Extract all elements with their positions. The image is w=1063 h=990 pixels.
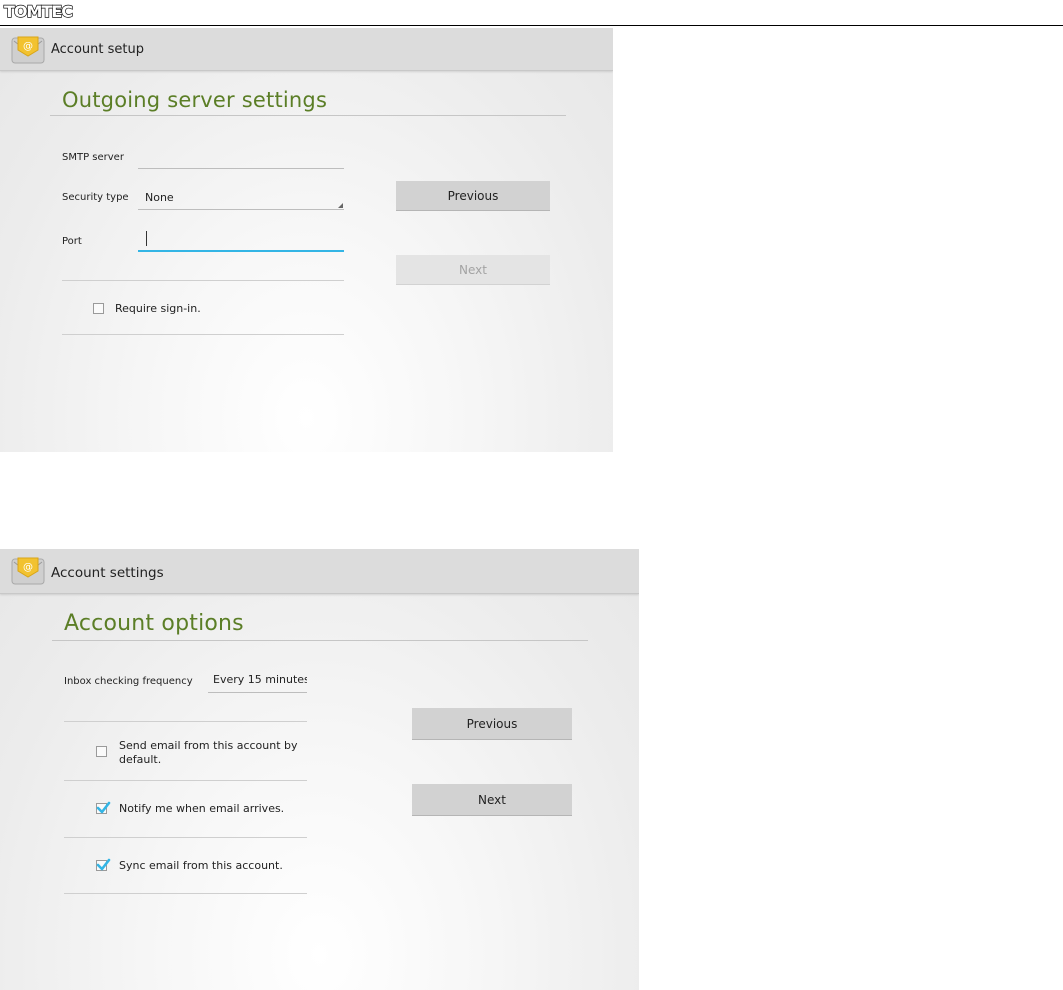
security-type-label: Security type (62, 192, 129, 203)
section-divider (64, 837, 307, 838)
inbox-frequency-spinner[interactable]: Every 15 minutes (213, 673, 307, 689)
heading-divider (50, 115, 566, 116)
action-bar: @ Account setup (0, 28, 613, 71)
page-title: Account options (64, 611, 244, 636)
action-bar: @ Account settings (0, 549, 639, 594)
smtp-server-input[interactable] (140, 146, 344, 168)
action-bar-title: Account setup (51, 42, 144, 57)
sync-label[interactable]: Sync email from this account. (119, 859, 283, 873)
check-icon (96, 801, 111, 814)
port-underline (138, 250, 344, 252)
svg-text:@: @ (23, 562, 33, 573)
email-app-icon[interactable]: @ (11, 556, 45, 586)
action-bar-title: Account settings (51, 565, 164, 581)
smtp-server-label: SMTP server (62, 152, 124, 163)
require-signin-checkbox[interactable] (93, 303, 104, 314)
previous-button[interactable]: Previous (396, 181, 550, 211)
smtp-server-underline (138, 168, 344, 169)
port-input[interactable] (140, 230, 344, 250)
text-cursor (146, 231, 147, 246)
tomtec-logo: TOMTEC (3, 2, 87, 20)
account-options-screen: @ Account settings Account options Inbox… (0, 549, 639, 990)
spinner-arrow-icon (338, 203, 343, 208)
security-type-spinner[interactable]: None (145, 191, 340, 207)
require-signin-label[interactable]: Require sign-in. (115, 302, 201, 316)
section-divider (64, 780, 307, 781)
svg-text:@: @ (23, 41, 33, 52)
send-default-checkbox[interactable] (96, 746, 107, 757)
section-divider (64, 893, 307, 894)
email-app-icon[interactable]: @ (11, 35, 45, 65)
section-divider (64, 721, 307, 722)
logo-text: TOMTEC (4, 2, 72, 20)
check-icon (96, 858, 111, 871)
inbox-frequency-label: Inbox checking frequency (64, 676, 193, 687)
page-header-rule (0, 25, 1063, 26)
outgoing-server-screen: @ Account setup Outgoing server settings… (0, 28, 613, 452)
page-title: Outgoing server settings (62, 88, 328, 112)
section-divider (62, 280, 344, 281)
notify-checkbox[interactable] (96, 801, 111, 814)
send-default-label[interactable]: Send email from this account by default. (119, 739, 305, 767)
notify-label[interactable]: Notify me when email arrives. (119, 802, 284, 816)
previous-button[interactable]: Previous (412, 708, 572, 740)
security-type-underline (138, 209, 344, 210)
port-label: Port (62, 236, 82, 247)
next-button[interactable]: Next (396, 255, 550, 285)
heading-divider (52, 640, 588, 641)
next-button[interactable]: Next (412, 784, 572, 816)
sync-checkbox[interactable] (96, 858, 111, 871)
section-divider (62, 334, 344, 335)
inbox-frequency-underline (208, 692, 307, 693)
